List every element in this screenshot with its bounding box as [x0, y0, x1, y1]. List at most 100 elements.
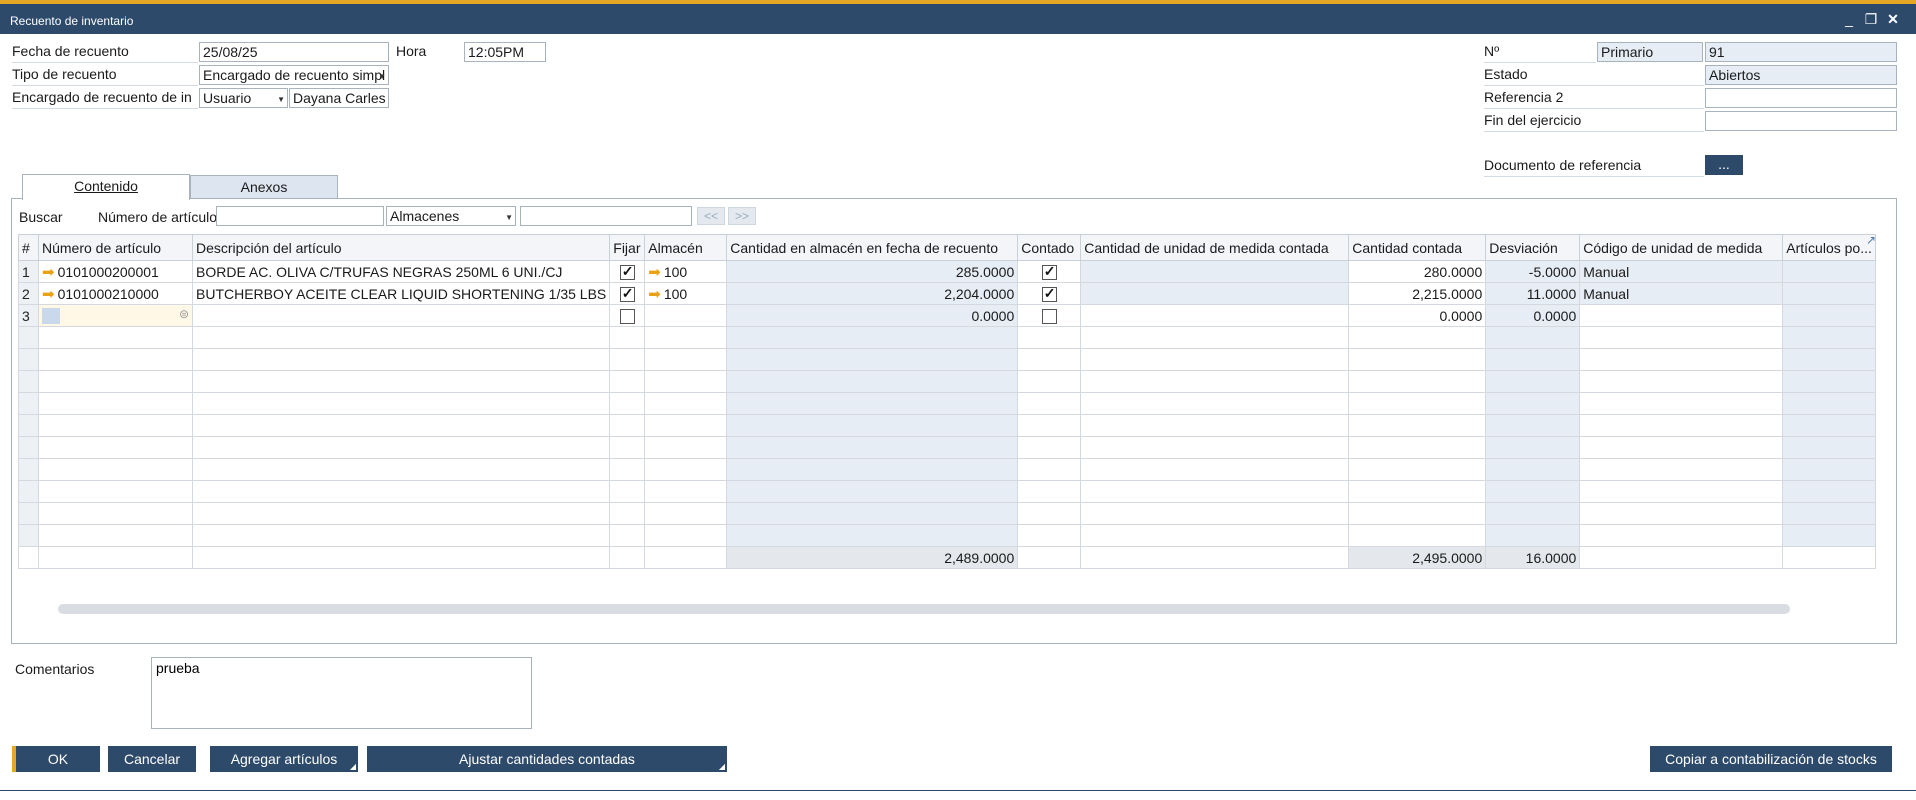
row-number: 1 — [18, 260, 39, 283]
expand-icon[interactable]: ↗ — [1866, 233, 1876, 247]
contado-checkbox[interactable] — [1041, 285, 1057, 302]
articulos-cell — [1782, 304, 1877, 327]
dev-cell: 0.0000 — [1485, 304, 1581, 327]
item-cell[interactable]: ➡ 0101000200001 — [38, 260, 193, 283]
empty-row — [18, 414, 1877, 437]
close-icon[interactable]: ✕ — [1884, 10, 1902, 28]
table-row[interactable]: 3 ⊜ 0.0000 0.0000 0.0000 — [18, 304, 1877, 327]
link-arrow-icon[interactable]: ➡ — [648, 286, 661, 303]
items-grid: # Número de artículo Descripción del art… — [18, 234, 1877, 569]
qty-cell: 0.0000 — [726, 304, 1019, 327]
ref2-field[interactable] — [1705, 88, 1897, 108]
col-header-almacen[interactable]: Almacén — [644, 234, 728, 261]
almacenes-search-input[interactable] — [520, 206, 692, 226]
col-header-num[interactable]: # — [18, 234, 39, 261]
tipo-select[interactable]: Encargado de recuento simpl ▼ — [199, 65, 389, 85]
restore-icon[interactable]: ❐ — [1862, 10, 1880, 28]
almacen-cell[interactable] — [644, 304, 728, 327]
almacen-cell[interactable]: ➡ 100 — [644, 282, 728, 305]
contado-cell[interactable] — [1017, 260, 1082, 283]
fin-field[interactable] — [1705, 111, 1897, 131]
desc-cell[interactable] — [191, 304, 611, 327]
fecha-field[interactable]: 25/08/25 — [199, 42, 389, 62]
articulo-search-input[interactable] — [216, 206, 384, 226]
comments-textarea[interactable]: prueba — [151, 657, 532, 729]
no-value-field: 91 — [1705, 42, 1897, 62]
item-cell[interactable]: ➡ 0101000210000 — [38, 282, 193, 305]
table-row[interactable]: 2 ➡ 0101000210000 BUTCHERBOY ACEITE CLEAR… — [18, 282, 1877, 305]
col-header-contado[interactable]: Contado — [1017, 234, 1082, 261]
col-header-desc[interactable]: Descripción del artículo — [191, 234, 611, 261]
counted-cell[interactable]: 280.0000 — [1348, 260, 1487, 283]
col-header-qty[interactable]: Cantidad en almacén en fecha de recuento — [726, 234, 1019, 261]
copy-to-stock-posting-button[interactable]: Copiar a contabilización de stocks — [1650, 746, 1892, 772]
empty-row — [18, 348, 1877, 371]
fijar-checkbox[interactable] — [619, 263, 635, 280]
contado-cell[interactable] — [1017, 282, 1082, 305]
encargado-type-select[interactable]: Usuario ▼ — [199, 88, 288, 108]
ok-button[interactable]: OK — [12, 746, 100, 772]
articulos-cell — [1782, 260, 1877, 283]
fijar-checkbox[interactable] — [619, 308, 635, 324]
item-cell-selection — [42, 308, 60, 325]
adjust-quantities-button[interactable]: Ajustar cantidades contadas ◢ — [367, 746, 727, 772]
articulo-search-label: Número de artículo — [98, 209, 218, 225]
chevron-down-icon: ▼ — [277, 95, 285, 104]
fijar-cell[interactable] — [609, 260, 646, 283]
table-row[interactable]: 1 ➡ 0101000200001 BORDE AC. OLIVA C/TRUFA… — [18, 260, 1877, 283]
empty-row — [18, 370, 1877, 393]
col-header-uom-qty[interactable]: Cantidad de unidad de medida contada — [1080, 234, 1350, 261]
col-header-dev[interactable]: Desviación — [1485, 234, 1581, 261]
hora-field[interactable]: 12:05PM — [464, 42, 546, 62]
contado-checkbox[interactable] — [1041, 263, 1057, 280]
cancel-button[interactable]: Cancelar — [108, 746, 196, 772]
ref2-label: Referencia 2 — [1484, 89, 1704, 109]
horizontal-scrollbar[interactable] — [58, 604, 1790, 614]
empty-row — [18, 326, 1877, 349]
fijar-cell[interactable] — [609, 304, 646, 327]
uom-qty-cell — [1080, 304, 1350, 327]
prev-button[interactable]: << — [697, 207, 725, 225]
almacenes-select[interactable]: Almacenes ▼ — [386, 206, 516, 226]
encargado-label: Encargado de recuento de in — [12, 89, 198, 109]
col-header-uom[interactable]: Código de unidad de medida — [1579, 234, 1784, 261]
uom-cell — [1579, 304, 1784, 327]
item-cell-active[interactable]: ⊜ — [38, 304, 193, 327]
desc-cell[interactable]: BUTCHERBOY ACEITE CLEAR LIQUID SHORTENIN… — [191, 282, 611, 305]
empty-row — [18, 458, 1877, 481]
next-button[interactable]: >> — [728, 207, 756, 225]
chevron-down-icon: ▼ — [378, 72, 386, 81]
counted-cell[interactable]: 2,215.0000 — [1348, 282, 1487, 305]
col-header-counted[interactable]: Cantidad contada — [1348, 234, 1487, 261]
estado-label: Estado — [1484, 66, 1704, 86]
total-counted: 2,495.0000 — [1348, 546, 1487, 569]
col-header-item[interactable]: Número de artículo — [38, 234, 193, 261]
tab-contenido[interactable]: Contenido — [22, 174, 190, 200]
link-arrow-icon[interactable]: ➡ — [42, 264, 55, 281]
add-items-button[interactable]: Agregar artículos ◢ — [210, 746, 358, 772]
comments-label: Comentarios — [15, 661, 95, 677]
contado-checkbox[interactable] — [1041, 308, 1057, 324]
items-table: # Número de artículo Descripción del art… — [18, 234, 1877, 569]
counted-cell[interactable]: 0.0000 — [1348, 304, 1487, 327]
qty-cell: 285.0000 — [726, 260, 1019, 283]
link-arrow-icon[interactable]: ➡ — [648, 264, 661, 281]
tab-anexos[interactable]: Anexos — [190, 175, 338, 199]
fijar-cell[interactable] — [609, 282, 646, 305]
no-series-field[interactable]: Primario — [1597, 42, 1703, 62]
col-header-fijar[interactable]: Fijar — [609, 234, 646, 261]
docref-button[interactable]: ... — [1705, 155, 1743, 175]
table-header-row: # Número de artículo Descripción del art… — [18, 234, 1877, 261]
link-arrow-icon[interactable]: ➡ — [42, 286, 55, 303]
encargado-name-field[interactable]: Dayana Carles — [289, 88, 389, 108]
minimize-icon[interactable]: _ — [1840, 10, 1858, 28]
col-header-articulos[interactable]: Artículos po... — [1782, 234, 1877, 261]
fijar-checkbox[interactable] — [619, 285, 635, 302]
empty-row — [18, 392, 1877, 415]
list-icon[interactable]: ⊜ — [179, 307, 189, 321]
almacen-cell[interactable]: ➡ 100 — [644, 260, 728, 283]
contado-cell[interactable] — [1017, 304, 1082, 327]
desc-cell[interactable]: BORDE AC. OLIVA C/TRUFAS NEGRAS 250ML 6 … — [191, 260, 611, 283]
menu-corner-icon: ◢ — [349, 762, 356, 771]
row-number: 3 — [18, 304, 39, 327]
